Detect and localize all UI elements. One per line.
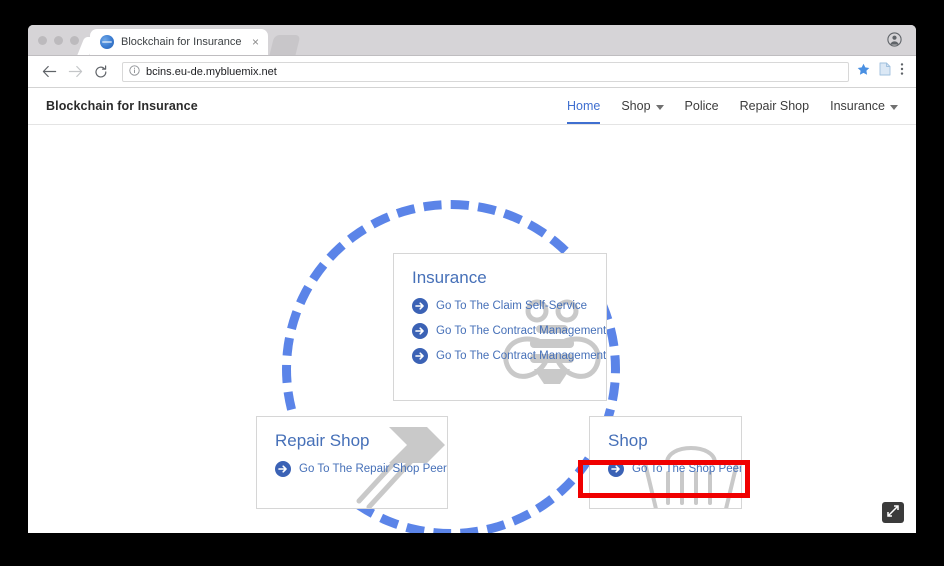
app-brand-title: Blockchain for Insurance xyxy=(46,99,198,113)
expand-button[interactable] xyxy=(882,502,904,523)
chevron-down-icon xyxy=(655,104,664,110)
nav-item-police-label: Police xyxy=(684,99,719,113)
nav-item-repair-shop-label: Repair Shop xyxy=(739,99,810,113)
arrow-circle-right-icon xyxy=(412,348,428,364)
app-header: Blockchain for Insurance Home Shop Polic… xyxy=(28,88,916,125)
nav-item-repair-shop[interactable]: Repair Shop xyxy=(740,88,810,124)
close-window-button[interactable] xyxy=(38,36,47,45)
main-navigation: Home Shop Police Repair Shop Insurance xyxy=(567,88,898,124)
arrow-circle-right-icon xyxy=(275,461,291,477)
link-shop-peer[interactable]: Go To The Shop Peer xyxy=(608,461,741,477)
nav-item-insurance-label: Insurance xyxy=(830,99,885,113)
card-repair-shop[interactable]: Repair Shop Go To The Repair Shop Peer xyxy=(256,416,448,509)
page-content: Insurance Go To The Claim Self-Service G… xyxy=(28,125,916,533)
page-icon[interactable] xyxy=(879,62,891,81)
card-insurance[interactable]: Insurance Go To The Claim Self-Service G… xyxy=(393,253,607,401)
card-repair-shop-title: Repair Shop xyxy=(275,431,370,450)
browser-tab-strip: Blockchain for Insurance × xyxy=(28,25,916,56)
link-claim-self-service-label: Go To The Claim Self-Service xyxy=(436,300,588,312)
nav-item-insurance[interactable]: Insurance xyxy=(830,88,898,124)
link-contract-management-1-label: Go To The Contract Management xyxy=(436,325,607,337)
browser-tab-active[interactable]: Blockchain for Insurance × xyxy=(90,29,268,55)
back-icon[interactable] xyxy=(38,61,60,83)
minimize-window-button[interactable] xyxy=(54,36,63,45)
browser-tab-inactive[interactable] xyxy=(269,35,301,55)
toolbar-right-icons xyxy=(857,62,906,81)
nav-item-shop-label: Shop xyxy=(621,99,651,113)
close-icon[interactable]: × xyxy=(249,36,262,48)
chevron-down-icon xyxy=(890,104,898,110)
forward-icon xyxy=(64,61,86,83)
nav-item-police[interactable]: Police xyxy=(685,88,719,124)
nav-item-home-label: Home xyxy=(567,99,601,113)
card-shop-title: Shop xyxy=(608,431,648,450)
star-icon[interactable] xyxy=(857,63,870,81)
screenshot-root: Blockchain for Insurance × bcins.eu-de.m… xyxy=(0,0,944,566)
address-bar[interactable]: bcins.eu-de.mybluemix.net xyxy=(122,61,849,82)
profile-avatar-icon[interactable] xyxy=(887,32,902,47)
card-shop[interactable]: Shop Go To The Shop Peer xyxy=(589,416,742,509)
nav-item-shop[interactable]: Shop xyxy=(621,88,664,124)
reload-icon[interactable] xyxy=(90,61,112,83)
tab-title: Blockchain for Insurance xyxy=(121,36,242,48)
globe-favicon xyxy=(100,35,114,49)
info-icon[interactable] xyxy=(129,63,140,81)
link-repair-shop-peer-label: Go To The Repair Shop Peer xyxy=(299,463,447,475)
browser-toolbar: bcins.eu-de.mybluemix.net xyxy=(28,56,916,88)
link-shop-peer-label: Go To The Shop Peer xyxy=(632,463,742,475)
arrow-circle-right-icon xyxy=(608,461,624,477)
maximize-window-button[interactable] xyxy=(70,36,79,45)
nav-item-home[interactable]: Home xyxy=(567,88,601,124)
link-claim-self-service[interactable]: Go To The Claim Self-Service xyxy=(412,298,606,314)
link-contract-management-2-label: Go To The Contract Management xyxy=(436,350,607,362)
window-traffic-lights[interactable] xyxy=(38,36,79,45)
expand-arrow-icon xyxy=(887,504,899,522)
link-contract-management-2[interactable]: Go To The Contract Management xyxy=(412,348,606,364)
three-dot-menu-icon[interactable] xyxy=(900,62,904,81)
arrow-circle-right-icon xyxy=(412,323,428,339)
arrow-circle-right-icon xyxy=(412,298,428,314)
link-contract-management-1[interactable]: Go To The Contract Management xyxy=(412,323,606,339)
url-text[interactable]: bcins.eu-de.mybluemix.net xyxy=(146,66,277,78)
browser-window: Blockchain for Insurance × bcins.eu-de.m… xyxy=(28,25,916,533)
link-repair-shop-peer[interactable]: Go To The Repair Shop Peer xyxy=(275,461,447,477)
card-insurance-title: Insurance xyxy=(412,268,487,287)
